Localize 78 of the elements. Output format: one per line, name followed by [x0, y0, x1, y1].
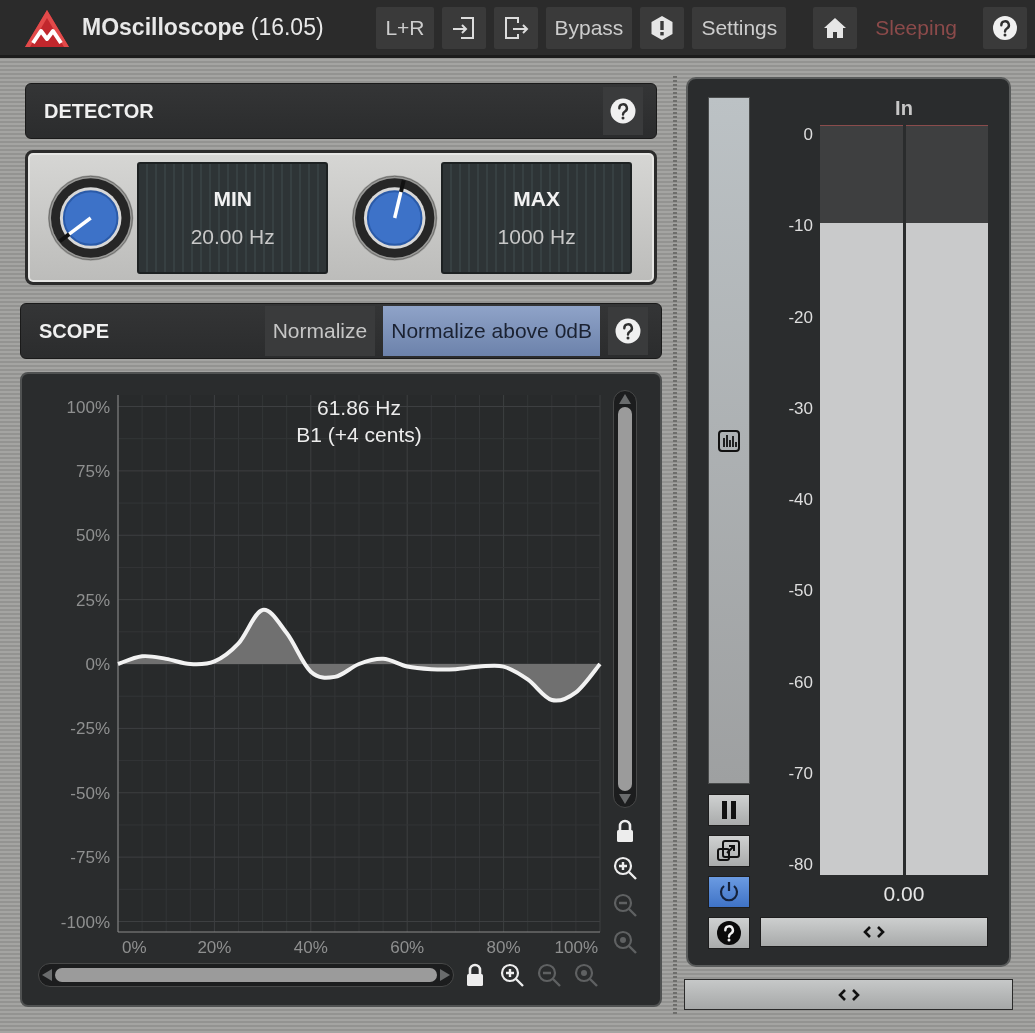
x-axis-label: 100%: [554, 938, 598, 957]
frequency-readout: 61.86 Hz: [316, 396, 402, 419]
gain-slider[interactable]: [708, 97, 750, 784]
scale-label: -80: [788, 855, 813, 875]
pause-button[interactable]: [708, 794, 750, 826]
down-arrow-icon: [618, 793, 632, 805]
y-axis-label: 25%: [75, 590, 110, 610]
help-button[interactable]: [608, 307, 648, 355]
scale-label: -50: [788, 581, 813, 602]
zoom-in-icon[interactable]: [499, 962, 525, 988]
chevrons-icon: [836, 987, 861, 1002]
help-button[interactable]: [603, 87, 643, 135]
scale-label: -20: [788, 307, 813, 328]
import-icon: [450, 14, 477, 41]
mode-button[interactable]: Normalize: [264, 306, 376, 356]
x-axis-label: 20%: [197, 938, 232, 957]
help-icon: [610, 98, 636, 124]
toolbar-button[interactable]: Settings: [692, 6, 787, 49]
scale-label: -60: [788, 672, 813, 693]
help-icon: [716, 920, 742, 946]
help-icon: [615, 318, 641, 344]
alert-icon: [649, 14, 676, 41]
toolbar-button[interactable]: L+R: [376, 6, 434, 49]
x-axis-label: 40%: [293, 938, 328, 957]
scale-label: -70: [788, 763, 813, 784]
x-axis-label: 80%: [486, 938, 521, 957]
vertical-scrollbar[interactable]: [613, 390, 637, 808]
scale-label: 0: [803, 125, 813, 145]
resize-button[interactable]: [760, 917, 988, 947]
toolbar-button[interactable]: Bypass: [545, 6, 633, 49]
chevrons-icon: [862, 925, 886, 939]
resize-button[interactable]: [684, 979, 1013, 1010]
param-value: 20.00 Hz: [190, 223, 275, 250]
y-axis-label: -75%: [70, 848, 110, 868]
export-button[interactable]: [493, 6, 538, 49]
y-axis-label: 50%: [75, 526, 110, 546]
param-label: MAX: [513, 186, 560, 212]
right-arrow-icon: [439, 968, 451, 982]
help-icon: [992, 14, 1018, 41]
note-readout: B1 (+4 cents): [296, 423, 422, 446]
alert-button[interactable]: [640, 6, 685, 49]
up-arrow-icon: [618, 393, 632, 405]
scale-label: -40: [788, 490, 813, 510]
section-title: SCOPE: [39, 319, 110, 344]
y-axis-label: -25%: [70, 719, 110, 739]
x-axis-label: 0%: [122, 938, 147, 957]
import-button[interactable]: [441, 6, 486, 49]
expand-button[interactable]: [708, 835, 750, 867]
knob[interactable]: [46, 172, 136, 263]
status-text: Sleeping: [875, 14, 957, 41]
help-button[interactable]: [708, 917, 750, 949]
param-value: 1000 Hz: [497, 223, 576, 250]
power-button[interactable]: [708, 876, 750, 908]
y-axis-label: 0%: [85, 655, 110, 674]
home-button[interactable]: [813, 6, 858, 49]
expand-icon: [716, 838, 742, 864]
app-title: MOscilloscope (16.05): [82, 13, 324, 43]
export-icon: [502, 14, 529, 41]
y-axis-label: -50%: [70, 783, 110, 803]
slider-handle-icon[interactable]: [718, 429, 740, 452]
meter-reading: 0.00: [882, 881, 926, 908]
left-arrow-icon: [41, 968, 53, 982]
meter-title: In: [894, 97, 914, 121]
section-title: DETECTOR: [44, 99, 154, 124]
y-axis-label: -100%: [60, 912, 110, 932]
horizontal-scrollbar[interactable]: [38, 963, 454, 987]
x-axis-label: 60%: [390, 938, 425, 957]
mode-button[interactable]: Normalize above 0dB: [383, 306, 600, 356]
scale-label: -30: [788, 398, 813, 419]
knob[interactable]: [350, 172, 440, 263]
scrollbar-thumb[interactable]: [55, 968, 437, 982]
zoom-in-icon[interactable]: [612, 855, 638, 881]
y-axis-label: 100%: [66, 397, 110, 417]
help-button[interactable]: [983, 6, 1027, 49]
y-axis-label: 75%: [75, 461, 110, 481]
param-label: MIN: [213, 186, 252, 212]
scale-label: -10: [788, 216, 813, 237]
scrollbar-thumb[interactable]: [618, 407, 632, 791]
